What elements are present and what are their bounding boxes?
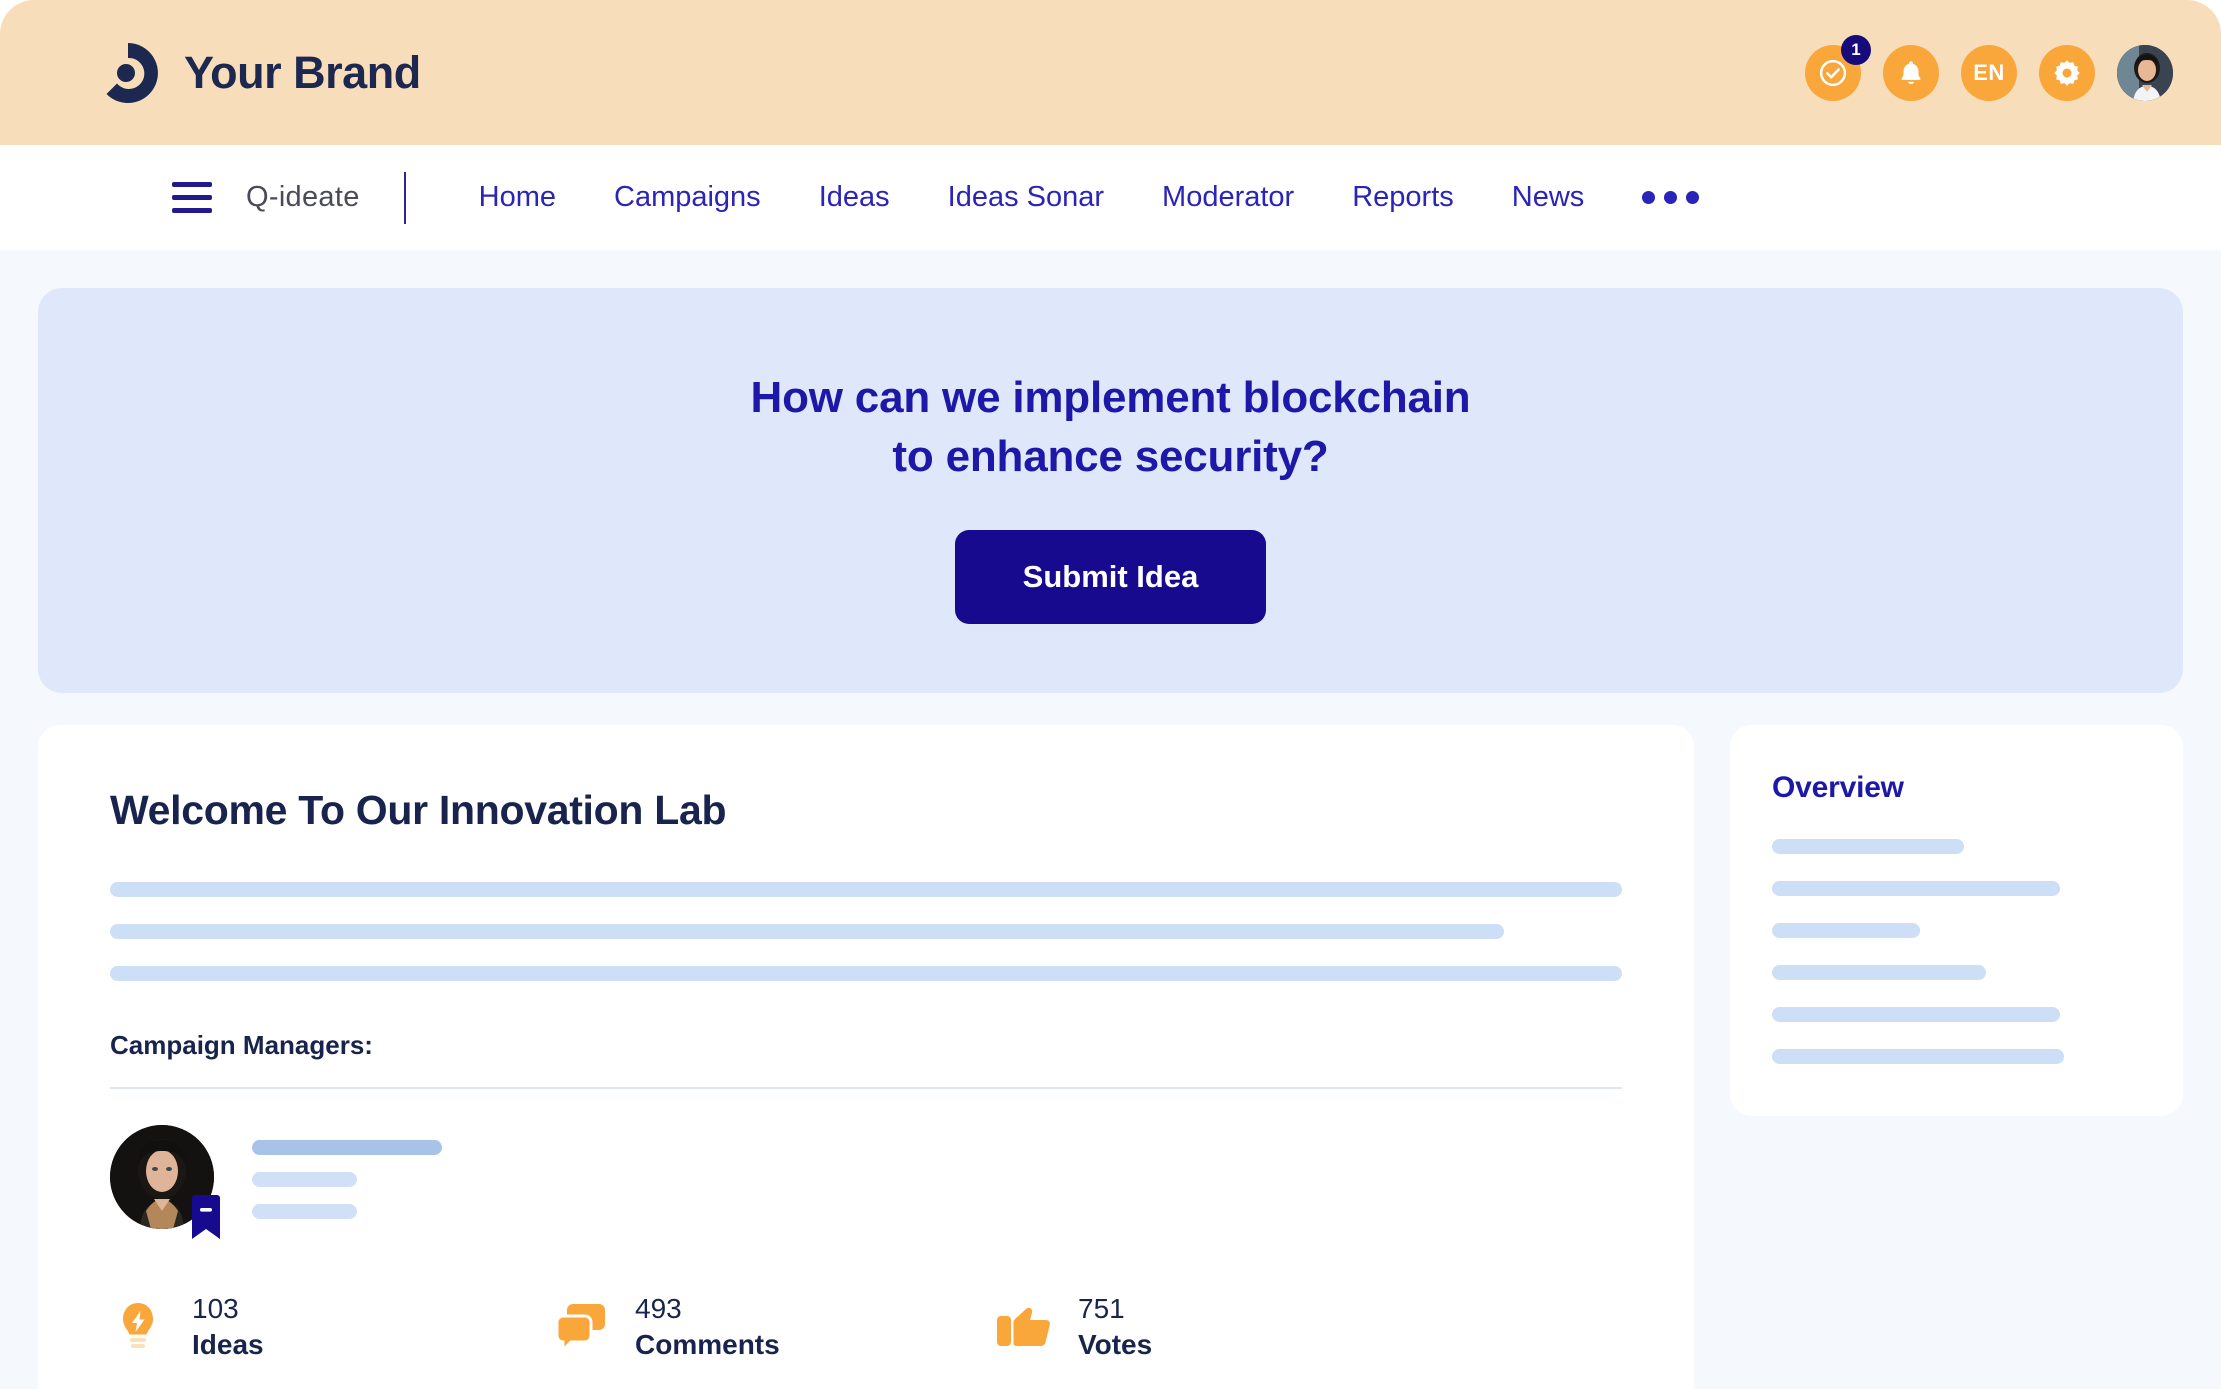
thumbs-up-icon [996, 1296, 1052, 1358]
page-content: How can we implement blockchain to enhan… [0, 250, 2221, 1389]
hamburger-line [172, 182, 212, 187]
stat-votes[interactable]: 751 Votes [996, 1291, 1439, 1363]
section-divider [110, 1087, 1622, 1089]
stat-text: 493 Comments [635, 1291, 780, 1363]
lightbulb-icon [110, 1296, 166, 1358]
main-navigation: Q-ideate Home Campaigns Ideas Ideas Sona… [0, 145, 2221, 250]
lightbulb-glyph [123, 1302, 153, 1348]
brand-circle-logo [106, 42, 158, 103]
notification-count-badge: 1 [1841, 34, 1871, 65]
bell-icon[interactable] [1883, 44, 1939, 101]
hero-title-line-2: to enhance security? [892, 431, 1329, 481]
ellipsis-dot [1686, 191, 1700, 204]
nav-item-ideas-sonar[interactable]: Ideas Sonar [919, 181, 1133, 214]
skeleton-line [1772, 923, 1920, 938]
nav-links: Home Campaigns Ideas Ideas Sonar Moderat… [450, 181, 1729, 214]
manager-skeleton-group [252, 1136, 442, 1219]
stat-value: 493 [635, 1293, 682, 1324]
comments-icon [553, 1296, 609, 1358]
campaign-manager-item[interactable] [110, 1125, 1622, 1239]
comments-glyph [555, 1303, 605, 1352]
more-ellipsis-icon[interactable] [1613, 191, 1728, 204]
stats-row: 103 Ideas 493 Comments 751 Votes [110, 1291, 1622, 1363]
welcome-title: Welcome To Our Innovation Lab [110, 787, 727, 833]
skeleton-line [1772, 839, 1964, 854]
overview-skeleton-group [1772, 839, 2141, 1064]
gear-icon[interactable] [2039, 44, 2095, 101]
manager-avatar-wrap [110, 1125, 220, 1239]
nav-divider [403, 171, 406, 224]
app-window: Your Brand 1 EN Q-ideate Home Campaigns … [0, 0, 2221, 1389]
skeleton-line [252, 1171, 357, 1187]
nav-item-news[interactable]: News [1483, 181, 1614, 214]
skeleton-line [1772, 1007, 2060, 1022]
stat-value: 103 [192, 1293, 239, 1324]
stat-label: Ideas [192, 1328, 264, 1360]
skeleton-line [1772, 881, 2060, 896]
header-actions: 1 EN [1805, 34, 2173, 101]
body-skeleton-group [110, 882, 1622, 981]
bell-glyph [1901, 60, 1921, 84]
skeleton-line [110, 966, 1622, 981]
hamburger-menu-icon[interactable] [172, 182, 212, 213]
brand-header: Your Brand 1 EN [0, 0, 2221, 145]
campaign-hero-banner: How can we implement blockchain to enhan… [38, 288, 2183, 693]
skeleton-line [252, 1139, 442, 1155]
check-circle-icon[interactable]: 1 [1805, 34, 1871, 101]
ellipsis-dot [1664, 191, 1678, 204]
overview-card: Overview [1730, 725, 2183, 1116]
avatar[interactable] [2117, 44, 2173, 101]
stat-text: 103 Ideas [192, 1291, 264, 1363]
submit-idea-button[interactable]: Submit Idea [954, 529, 1267, 624]
stat-text: 751 Votes [1078, 1291, 1152, 1363]
nav-item-campaigns[interactable]: Campaigns [585, 181, 790, 214]
avatar-photo [2117, 44, 2173, 101]
product-name: Q-ideate [246, 181, 360, 213]
ellipsis-dot [1642, 191, 1656, 204]
ribbon-badge-icon [192, 1195, 220, 1239]
stat-value: 751 [1078, 1293, 1125, 1324]
brand-name: Your Brand [184, 46, 421, 98]
content-columns: Welcome To Our Innovation Lab Campaign M… [38, 725, 2183, 1389]
stat-label: Comments [635, 1328, 780, 1360]
overview-title: Overview [1772, 771, 1904, 804]
stat-label: Votes [1078, 1328, 1153, 1360]
hero-title-line-1: How can we implement blockchain [750, 373, 1471, 423]
nav-item-home[interactable]: Home [450, 181, 585, 214]
brand-area[interactable]: Your Brand [96, 41, 421, 105]
stat-ideas[interactable]: 103 Ideas [110, 1291, 553, 1363]
page-title: How can we implement blockchain to enhan… [751, 369, 1471, 485]
thumbs-up-glyph [997, 1307, 1050, 1346]
stat-comments[interactable]: 493 Comments [553, 1291, 996, 1363]
nav-item-reports[interactable]: Reports [1323, 181, 1483, 214]
skeleton-line [110, 882, 1622, 897]
campaign-managers-label: Campaign Managers: [110, 1030, 373, 1060]
skeleton-line [1772, 1049, 2064, 1064]
language-label: EN [1973, 59, 2005, 85]
welcome-card: Welcome To Our Innovation Lab Campaign M… [38, 725, 1694, 1389]
skeleton-line [1772, 965, 1987, 980]
hamburger-line [172, 208, 212, 213]
language-icon[interactable]: EN [1961, 44, 2017, 101]
nav-item-moderator[interactable]: Moderator [1133, 181, 1323, 214]
skeleton-line [252, 1203, 357, 1219]
hamburger-line [172, 195, 212, 200]
skeleton-line [110, 924, 1505, 939]
nav-item-ideas[interactable]: Ideas [790, 181, 919, 214]
check-circle-glyph [1819, 59, 1847, 86]
gear-glyph [2054, 59, 2080, 86]
